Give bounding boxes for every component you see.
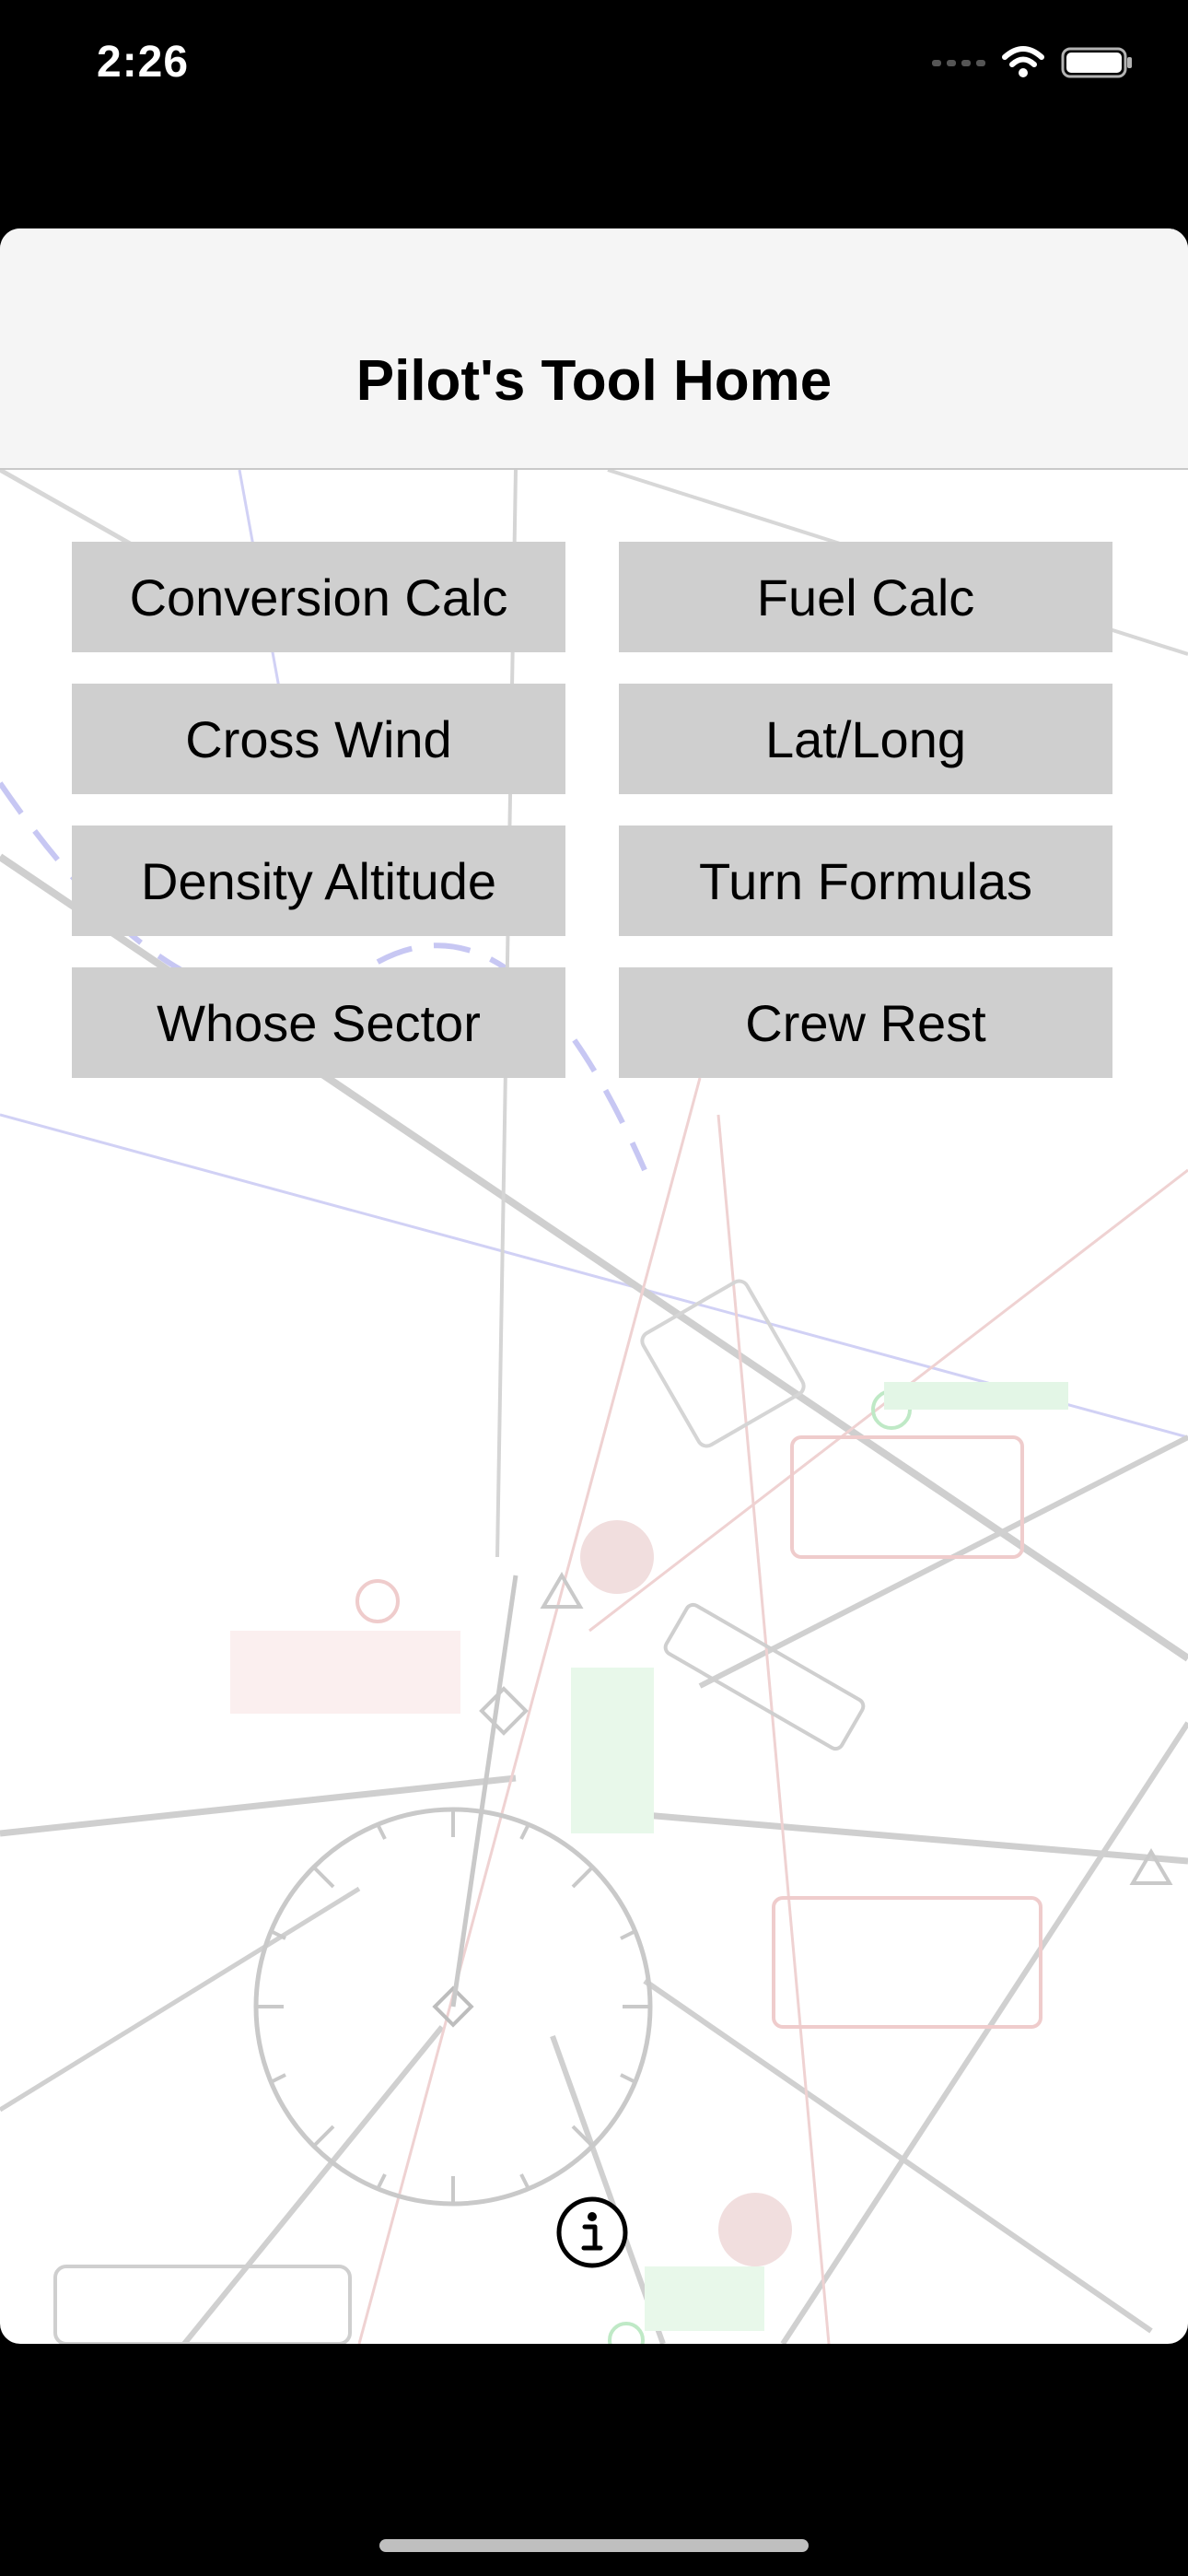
lat-long-button[interactable]: Lat/Long [619,684,1112,794]
battery-icon [1061,47,1132,78]
navigation-bar: Pilot's Tool Home [0,228,1188,470]
page-title: Pilot's Tool Home [355,349,833,413]
phone-screen: 2:26 Pilot's Tool Home Conversion Calc F… [0,0,1188,2576]
turn-formulas-button[interactable]: Turn Formulas [619,825,1112,936]
fuel-calc-button[interactable]: Fuel Calc [619,542,1112,652]
home-indicator[interactable] [379,2539,809,2552]
tool-button-grid: Conversion Calc Fuel Calc Cross Wind Lat… [72,542,1112,1078]
status-bar: 2:26 [0,0,1188,138]
wifi-icon [1002,46,1044,77]
info-icon[interactable] [554,2195,630,2270]
whose-sector-button[interactable]: Whose Sector [72,967,565,1078]
density-altitude-button[interactable]: Density Altitude [72,825,565,936]
cellular-signal-icon [932,59,985,66]
conversion-calc-button[interactable]: Conversion Calc [72,542,565,652]
crew-rest-button[interactable]: Crew Rest [619,967,1112,1078]
status-icons [932,46,1135,79]
cross-wind-button[interactable]: Cross Wind [72,684,565,794]
modal-sheet: Pilot's Tool Home Conversion Calc Fuel C… [0,228,1188,2344]
status-time: 2:26 [97,38,190,87]
